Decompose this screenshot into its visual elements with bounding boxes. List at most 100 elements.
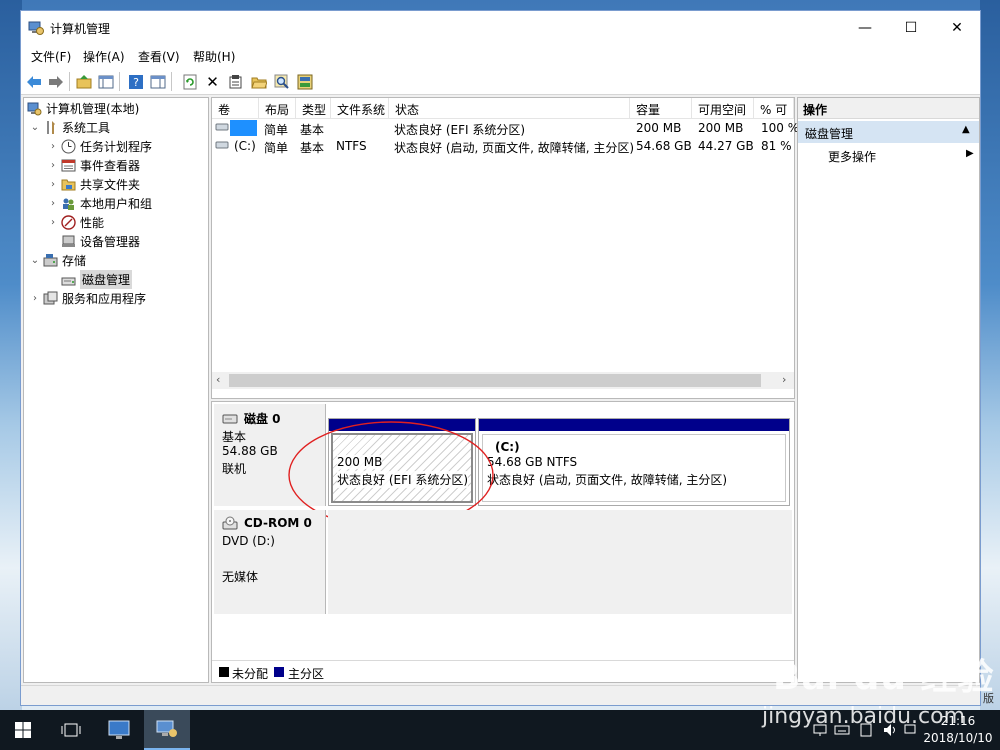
more-actions-item[interactable]: 更多操作 ▶ [798, 145, 979, 165]
scrollbar-thumb[interactable] [229, 374, 761, 387]
column-filesystem[interactable]: 文件系统 [331, 98, 389, 119]
tree-item-storage[interactable]: ⌄ 存储 [28, 251, 86, 270]
chevron-right-icon[interactable]: › [28, 293, 42, 304]
column-status[interactable]: 状态 [389, 98, 630, 119]
volume-list-header: 卷 布局 类型 文件系统 状态 容量 可用空间 % 可 [212, 98, 794, 119]
taskbar-app-monitor[interactable] [96, 710, 142, 750]
tree-item-event-viewer[interactable]: › 事件查看器 [46, 156, 140, 175]
svg-text:?: ? [133, 76, 139, 89]
scroll-left-icon[interactable]: ‹ [216, 373, 220, 386]
properties-icon[interactable] [227, 73, 244, 90]
up-folder-icon[interactable] [75, 73, 92, 90]
tools-icon [42, 120, 59, 136]
column-percent-free[interactable]: % 可 [754, 98, 794, 119]
scroll-right-icon[interactable]: › [782, 373, 786, 386]
menu-action[interactable]: 操作(A) [83, 48, 125, 65]
cell-layout: 简单 [264, 123, 289, 137]
cell-free-space: 44.27 GB [698, 139, 754, 153]
column-capacity[interactable]: 容量 [630, 98, 692, 119]
menu-help[interactable]: 帮助(H) [193, 48, 235, 65]
horizontal-scrollbar[interactable]: ‹ › [212, 372, 794, 389]
tree-item-performance[interactable]: › 性能 [46, 213, 104, 232]
tree-item-root[interactable]: 计算机管理(本地) [26, 99, 139, 118]
search-icon[interactable] [273, 73, 290, 90]
task-view-icon [61, 723, 81, 737]
c-partition-label: (C:) [495, 440, 520, 454]
users-icon [60, 196, 77, 212]
cell-layout: 简单 [264, 141, 289, 155]
disk-properties-icon[interactable] [296, 73, 313, 90]
column-free-space[interactable]: 可用空间 [692, 98, 754, 119]
toolbar: ? ✕ [21, 67, 980, 95]
c-partition-size: 54.68 GB NTFS [487, 455, 578, 469]
close-button[interactable]: ✕ [934, 11, 980, 45]
chevron-down-icon[interactable]: ⌄ [28, 122, 42, 133]
chevron-right-icon[interactable]: › [46, 179, 60, 190]
storage-icon [42, 253, 59, 269]
actions-pane: 操作 磁盘管理 ▲ 更多操作 ▶ [797, 97, 980, 683]
baidu-jingyan-url: jingyan.baidu.com [762, 704, 966, 729]
clock-date: 2018/10/10 [923, 731, 993, 745]
start-button[interactable] [0, 710, 46, 750]
collapse-up-icon[interactable]: ▲ [962, 124, 970, 135]
minimize-button[interactable]: — [842, 11, 888, 45]
chevron-down-icon[interactable]: ⌄ [28, 255, 42, 266]
title-bar[interactable]: 计算机管理 — ☐ ✕ [21, 11, 980, 45]
maximize-button[interactable]: ☐ [888, 11, 934, 45]
c-partition[interactable]: (C:) 54.68 GB NTFS 状态良好 (启动, 页面文件, 故障转储,… [478, 418, 790, 506]
tree-item-device-manager[interactable]: 设备管理器 [46, 232, 140, 251]
menu-view[interactable]: 查看(V) [138, 48, 180, 65]
device-manager-icon [60, 234, 77, 250]
cell-type: 基本 [300, 141, 325, 155]
volume-icon [215, 139, 229, 154]
taskbar-app-computer-management[interactable] [144, 710, 190, 750]
cdrom-0-type: DVD (D:) [222, 534, 275, 548]
disk-0-type: 基本 [222, 430, 247, 444]
windows-logo-icon [15, 722, 31, 738]
actions-section-disk-management[interactable]: 磁盘管理 ▲ [798, 121, 979, 143]
help-icon[interactable]: ? [127, 73, 144, 90]
cell-capacity: 200 MB [636, 121, 682, 135]
chevron-right-icon[interactable]: › [46, 160, 60, 171]
disk-graphical-view: 磁盘 0 基本 54.88 GB 联机 200 MB 状态良好 (EFI 系统分… [211, 401, 795, 683]
cell-percent-free: 100 % [761, 121, 800, 135]
shared-folder-icon [60, 177, 77, 193]
legend: 未分配 主分区 [212, 660, 794, 682]
tree-item-system-tools[interactable]: ⌄ 系统工具 [28, 118, 110, 137]
forward-arrow-icon[interactable] [47, 73, 64, 90]
window-title: 计算机管理 [50, 22, 111, 36]
delete-icon[interactable]: ✕ [204, 73, 221, 91]
disk-0-size: 54.88 GB [222, 444, 278, 458]
column-volume[interactable]: 卷 [212, 98, 259, 119]
chevron-right-icon[interactable]: › [46, 141, 60, 152]
tree-item-services-apps[interactable]: › 服务和应用程序 [28, 289, 146, 308]
legend-unallocated: 未分配 [232, 667, 269, 681]
c-partition-status: 状态良好 (启动, 页面文件, 故障转储, 主分区) [487, 473, 728, 487]
column-layout[interactable]: 布局 [259, 98, 296, 119]
cd-drive-icon [222, 516, 238, 530]
back-arrow-icon[interactable] [25, 73, 42, 90]
refresh-icon[interactable] [181, 73, 198, 90]
properties-pane-icon[interactable] [149, 73, 166, 90]
baidu-jingyan-logo: Bai du 经验 [773, 657, 995, 698]
disk-management-icon [60, 272, 77, 288]
hard-disk-icon [222, 414, 238, 423]
tree-item-task-scheduler[interactable]: › 任务计划程序 [46, 137, 152, 156]
cdrom-0-area[interactable] [328, 510, 792, 614]
tree-item-shared-folders[interactable]: › 共享文件夹 [46, 175, 140, 194]
tree-item-local-users[interactable]: › 本地用户和组 [46, 194, 152, 213]
menu-file[interactable]: 文件(F) [31, 48, 71, 65]
chevron-right-icon[interactable]: › [46, 217, 60, 228]
tree-item-disk-management[interactable]: 磁盘管理 [46, 270, 133, 289]
primary-partition-swatch [274, 667, 284, 677]
chevron-right-icon[interactable]: › [46, 198, 60, 209]
cdrom-0-info[interactable]: CD-ROM 0 DVD (D:) 无媒体 [214, 510, 326, 614]
volume-icon [215, 121, 229, 136]
open-folder-icon[interactable] [250, 73, 267, 90]
column-type[interactable]: 类型 [296, 98, 331, 119]
table-row[interactable]: (C:) 简单 基本 NTFS 状态良好 (启动, 页面文件, 故障转储, 主分… [212, 137, 794, 155]
show-hide-tree-icon[interactable] [97, 73, 114, 90]
table-row[interactable]: 简单 基本 状态良好 (EFI 系统分区) 200 MB 200 MB 100 … [212, 119, 799, 137]
task-view-button[interactable] [48, 710, 94, 750]
event-log-icon [60, 158, 77, 174]
